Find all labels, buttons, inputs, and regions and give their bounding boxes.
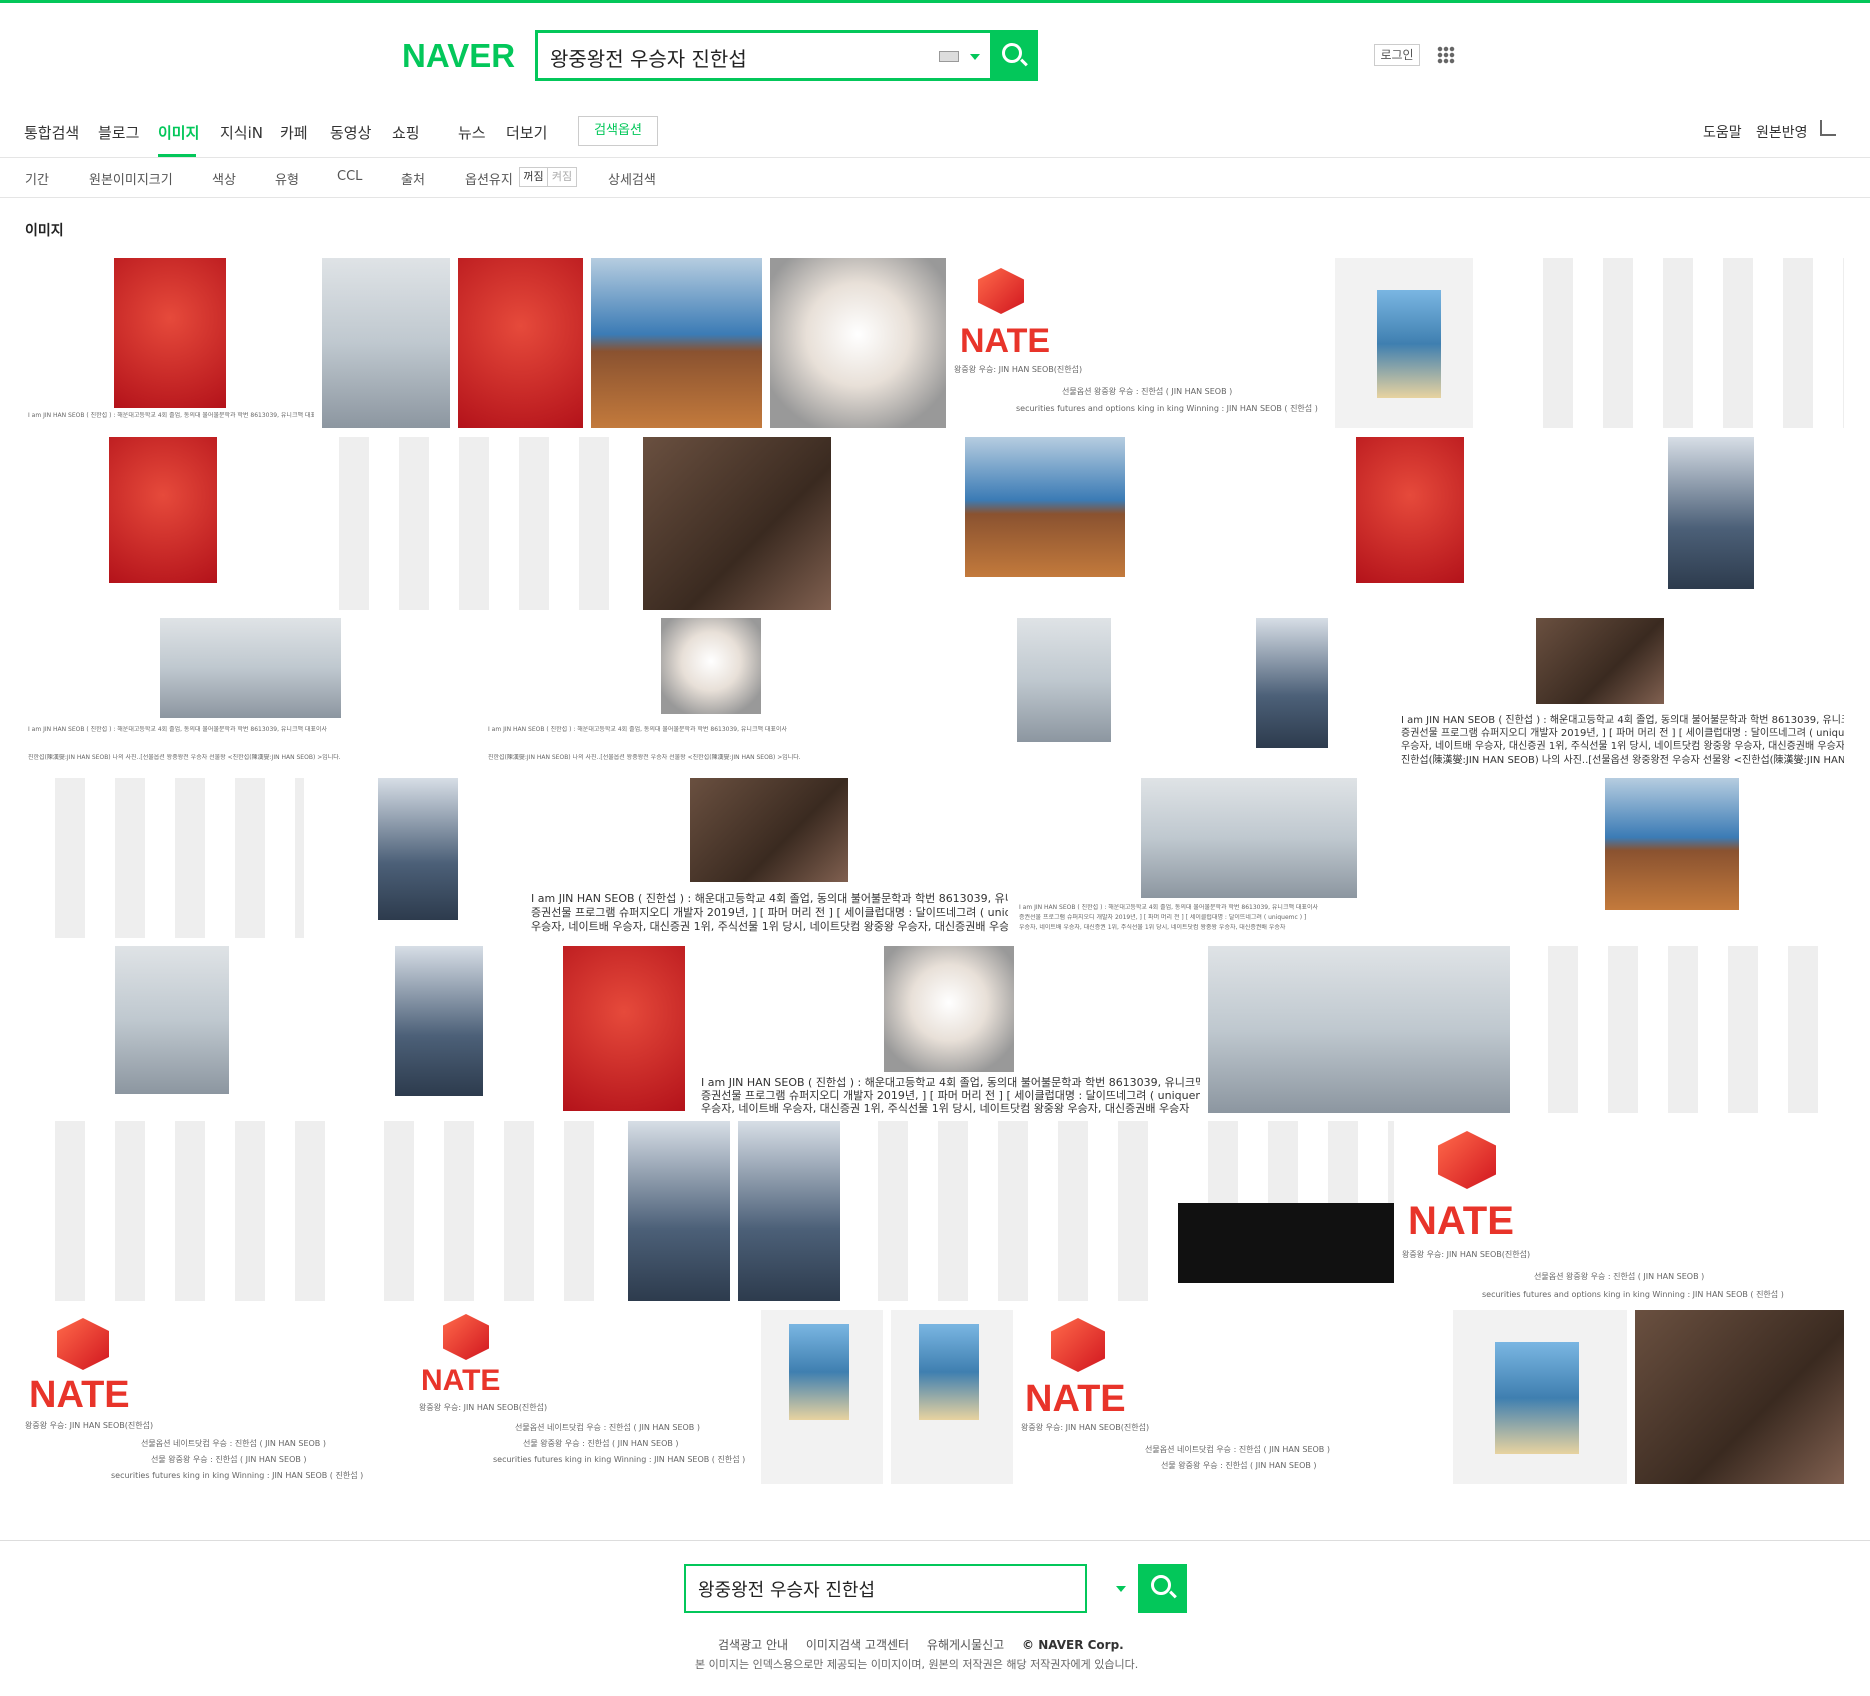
footer-link-help[interactable]: 이미지검색 고객센터 xyxy=(806,1638,909,1652)
image-result[interactable]: I am JIN HAN SEOB ( 진한섭 ) : 해운대고등학교 4회 졸… xyxy=(1016,778,1493,938)
image-result[interactable] xyxy=(1635,1310,1844,1484)
image-result[interactable] xyxy=(25,946,321,1113)
image-result[interactable] xyxy=(643,437,831,610)
image-result[interactable] xyxy=(458,258,583,428)
image-result[interactable] xyxy=(761,1310,883,1484)
image-result[interactable]: I am JIN HAN SEOB ( 진한섭 ) : 해운대고등학교 4회 졸… xyxy=(698,946,1200,1113)
footer-copyright-note: 본 이미지는 인덱스용으로만 제공되는 이미지이며, 원본의 저작권은 해당 저… xyxy=(695,1658,1139,1671)
image-result[interactable] xyxy=(1518,946,1844,1113)
image-result[interactable] xyxy=(563,946,690,1113)
image-result[interactable] xyxy=(770,258,946,428)
nate-logo-icon xyxy=(1051,1318,1105,1372)
image-result[interactable] xyxy=(738,1121,840,1301)
image-result[interactable] xyxy=(1335,258,1473,428)
autocomplete-toggle-icon[interactable] xyxy=(1116,1586,1126,1592)
footer-link-ads[interactable]: 검색광고 안내 xyxy=(718,1638,788,1652)
image-result[interactable] xyxy=(329,946,555,1113)
image-result[interactable] xyxy=(848,1121,1170,1301)
image-result[interactable] xyxy=(591,258,762,428)
footer-search-button[interactable] xyxy=(1138,1564,1187,1613)
nate-logo-icon xyxy=(978,268,1024,314)
image-result[interactable] xyxy=(309,437,635,610)
footer: 왕중왕전 우승자 진한섭 검색광고 안내 이미지검색 고객센터 유해게시물신고 … xyxy=(0,1540,1870,1696)
image-result[interactable]: NATE 왕중왕 우승: JIN HAN SEOB(진한섭) 선물옵션 네이트닷… xyxy=(25,1310,411,1484)
image-result[interactable] xyxy=(1453,1310,1627,1484)
image-result[interactable] xyxy=(25,1121,346,1301)
image-result[interactable] xyxy=(1260,437,1580,610)
image-result[interactable] xyxy=(1501,778,1844,938)
image-result[interactable]: NATE 왕중왕 우승: JIN HAN SEOB(진한섭) 선물옵션 네이트닷… xyxy=(1021,1310,1445,1484)
image-result[interactable] xyxy=(628,1121,730,1301)
image-result[interactable] xyxy=(1178,1121,1394,1301)
footer-links: 검색광고 안내 이미지검색 고객센터 유해게시물신고 © NAVER Corp. xyxy=(718,1636,1138,1653)
image-result[interactable] xyxy=(25,778,304,938)
image-result[interactable]: I am JIN HAN SEOB ( 진한섭 ) : 해운대고등학교 4회 졸… xyxy=(25,258,314,428)
nate-logo-icon xyxy=(443,1314,489,1360)
footer-link-report[interactable]: 유해게시물신고 xyxy=(927,1638,1004,1652)
image-result[interactable]: NATE 왕중왕 우승: JIN HAN SEOB(진한섭) 선물옵션 왕중왕 … xyxy=(1402,1121,1844,1301)
image-result[interactable] xyxy=(354,1121,620,1301)
image-result[interactable] xyxy=(322,258,450,428)
image-result[interactable] xyxy=(839,437,1250,610)
footer-search-query-text[interactable]: 왕중왕전 우승자 진한섭 xyxy=(698,1576,875,1602)
image-result[interactable]: I am JIN HAN SEOB ( 진한섭 ) : 해운대고등학교 4회 졸… xyxy=(528,778,1008,938)
image-result[interactable] xyxy=(312,778,520,938)
footer-search-input[interactable]: 왕중왕전 우승자 진한섭 xyxy=(684,1564,1126,1613)
image-result[interactable] xyxy=(1513,258,1844,428)
image-result[interactable] xyxy=(891,1310,1013,1484)
image-result[interactable]: NATE 왕중왕 우승: JIN HAN SEOB(진한섭) 선물옵션 왕중왕 … xyxy=(954,258,1327,428)
image-result[interactable] xyxy=(1588,437,1844,610)
image-result[interactable] xyxy=(25,437,301,610)
image-grid: I am JIN HAN SEOB ( 진한섭 ) : 해운대고등학교 4회 졸… xyxy=(0,0,1870,1500)
image-result[interactable] xyxy=(945,618,1192,770)
image-result[interactable] xyxy=(1208,946,1510,1113)
image-result[interactable]: I am JIN HAN SEOB ( 진한섭 ) : 해운대고등학교 4회 졸… xyxy=(485,618,937,770)
nate-logo-icon xyxy=(1438,1131,1496,1189)
image-result[interactable]: I am JIN HAN SEOB ( 진한섭 ) : 해운대고등학교 4회 졸… xyxy=(1398,618,1844,770)
image-result[interactable]: NATE 왕중왕 우승: JIN HAN SEOB(진한섭) 선물옵션 네이트닷… xyxy=(419,1310,753,1484)
image-result[interactable] xyxy=(1200,618,1390,770)
footer-corp[interactable]: © NAVER Corp. xyxy=(1022,1638,1124,1652)
image-result[interactable]: I am JIN HAN SEOB ( 진한섭 ) : 해운대고등학교 4회 졸… xyxy=(25,618,477,770)
nate-logo-icon xyxy=(57,1318,109,1370)
